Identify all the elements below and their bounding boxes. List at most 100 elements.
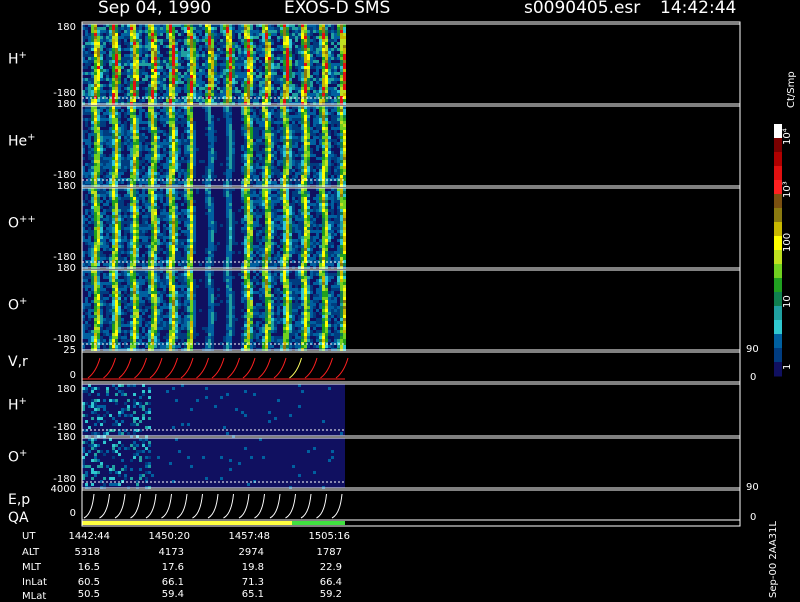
spectrogram-cell: [91, 242, 94, 245]
spectrogram-cell: [112, 84, 115, 87]
spectrogram-cell: [118, 81, 121, 84]
spectrogram-cell: [307, 139, 310, 142]
spectrogram-cell: [262, 236, 265, 239]
spectrogram-cell: [115, 191, 118, 194]
spectrogram-cell: [298, 154, 301, 157]
spectrogram-cell: [115, 139, 118, 142]
spectrogram-cell: [154, 60, 157, 63]
spectrogram-cell: [337, 121, 340, 124]
spectrogram-cell: [325, 175, 328, 178]
spectrogram-cell: [205, 45, 208, 48]
spectrogram-cell: [226, 197, 229, 200]
spectrogram-cell: [97, 84, 100, 87]
spectrogram-cell: [337, 99, 340, 102]
spectrogram-cell: [262, 142, 265, 145]
spectrogram-cell: [175, 245, 178, 248]
spectrogram-cell: [229, 145, 232, 148]
spectrogram-cell: [121, 206, 124, 209]
spectrogram-cell: [160, 81, 163, 84]
spectrogram-cell: [184, 230, 187, 233]
spectrogram-cell: [160, 145, 163, 148]
spectrogram-cell: [115, 230, 118, 233]
spectrogram-cell: [130, 81, 133, 84]
spectrogram-cell: [124, 142, 127, 145]
spectrogram-cell: [244, 48, 247, 51]
spectrogram-cell: [169, 251, 172, 254]
spectrogram-cell: [163, 224, 166, 227]
spectrogram-cell: [109, 121, 112, 124]
spectrogram-cell: [88, 63, 91, 66]
spectrogram-cell: [268, 239, 271, 242]
spectrogram-cell: [214, 75, 217, 78]
spectrogram-cell: [208, 124, 211, 127]
spectrogram-cell: [286, 93, 289, 96]
spectrogram-cell: [328, 139, 331, 142]
spectrogram-cell: [130, 139, 133, 142]
spectrogram-cell: [121, 99, 124, 102]
spectrogram-cell: [91, 169, 94, 172]
spectrogram-cell: [115, 75, 118, 78]
spectrogram-cell: [232, 163, 235, 166]
spectrogram-cell: [145, 212, 148, 215]
spectrogram-cell: [148, 194, 151, 197]
spectrogram-cell: [154, 230, 157, 233]
spectrogram-cell: [256, 78, 259, 81]
spectrogram-cell: [163, 142, 166, 145]
spectrogram-cell: [295, 27, 298, 30]
spectrogram-cell: [181, 215, 184, 218]
spectrogram-cell: [226, 203, 229, 206]
spectrogram-cell: [109, 142, 112, 145]
spectrogram-cell: [337, 63, 340, 66]
spectrogram-cell: [298, 75, 301, 78]
spectrogram-cell: [193, 200, 196, 203]
spectrogram-cell: [229, 69, 232, 72]
spectrogram-cell: [208, 60, 211, 63]
spectrogram-cell: [154, 51, 157, 54]
spectrogram-cell: [91, 124, 94, 127]
spectrogram-cell: [88, 33, 91, 36]
spectrogram-cell: [127, 93, 130, 96]
spectrogram-cell: [145, 57, 148, 60]
spectrogram-cell: [118, 194, 121, 197]
spectrogram-cell: [229, 33, 232, 36]
spectrogram-cell: [178, 197, 181, 200]
spectrogram-cell: [229, 166, 232, 169]
spectrogram-cell: [97, 87, 100, 90]
spectrogram-cell: [94, 133, 97, 136]
spectrogram-cell: [193, 245, 196, 248]
spectrogram-cell: [139, 212, 142, 215]
spectrogram-cell: [328, 63, 331, 66]
spectrogram-cell: [322, 60, 325, 63]
spectrogram-cell: [304, 72, 307, 75]
spectrogram-cell: [139, 136, 142, 139]
spectrogram-cell: [121, 84, 124, 87]
spectrogram-cell: [205, 248, 208, 251]
spectrogram-cell: [265, 42, 268, 45]
spectrogram-cell: [271, 90, 274, 93]
spectrogram-cell: [94, 254, 97, 257]
spectrogram-cell: [331, 87, 334, 90]
spectrogram-cell: [334, 81, 337, 84]
spectrogram-cell: [259, 54, 262, 57]
spectrogram-cell: [247, 215, 250, 218]
spectrogram-cell: [268, 166, 271, 169]
spectrogram-cell: [145, 263, 148, 266]
spectrogram-cell: [241, 42, 244, 45]
spectrogram-cell: [166, 136, 169, 139]
spectrogram-cell: [184, 194, 187, 197]
spectrogram-cell: [334, 78, 337, 81]
spectrogram-cell: [250, 60, 253, 63]
spectrogram-cell: [226, 175, 229, 178]
spectrogram-cell: [118, 66, 121, 69]
spectrogram-cell: [337, 133, 340, 136]
spectrogram-cell: [109, 115, 112, 118]
spectrogram-cell: [214, 151, 217, 154]
spectrogram-cell: [211, 200, 214, 203]
spectrogram-cell: [130, 236, 133, 239]
spectrogram-cell: [133, 60, 136, 63]
spectrogram-cell: [121, 169, 124, 172]
spectrogram-cell: [118, 75, 121, 78]
spectrogram-cell: [298, 66, 301, 69]
spectrogram-cell: [235, 75, 238, 78]
spectrogram-cell: [136, 203, 139, 206]
